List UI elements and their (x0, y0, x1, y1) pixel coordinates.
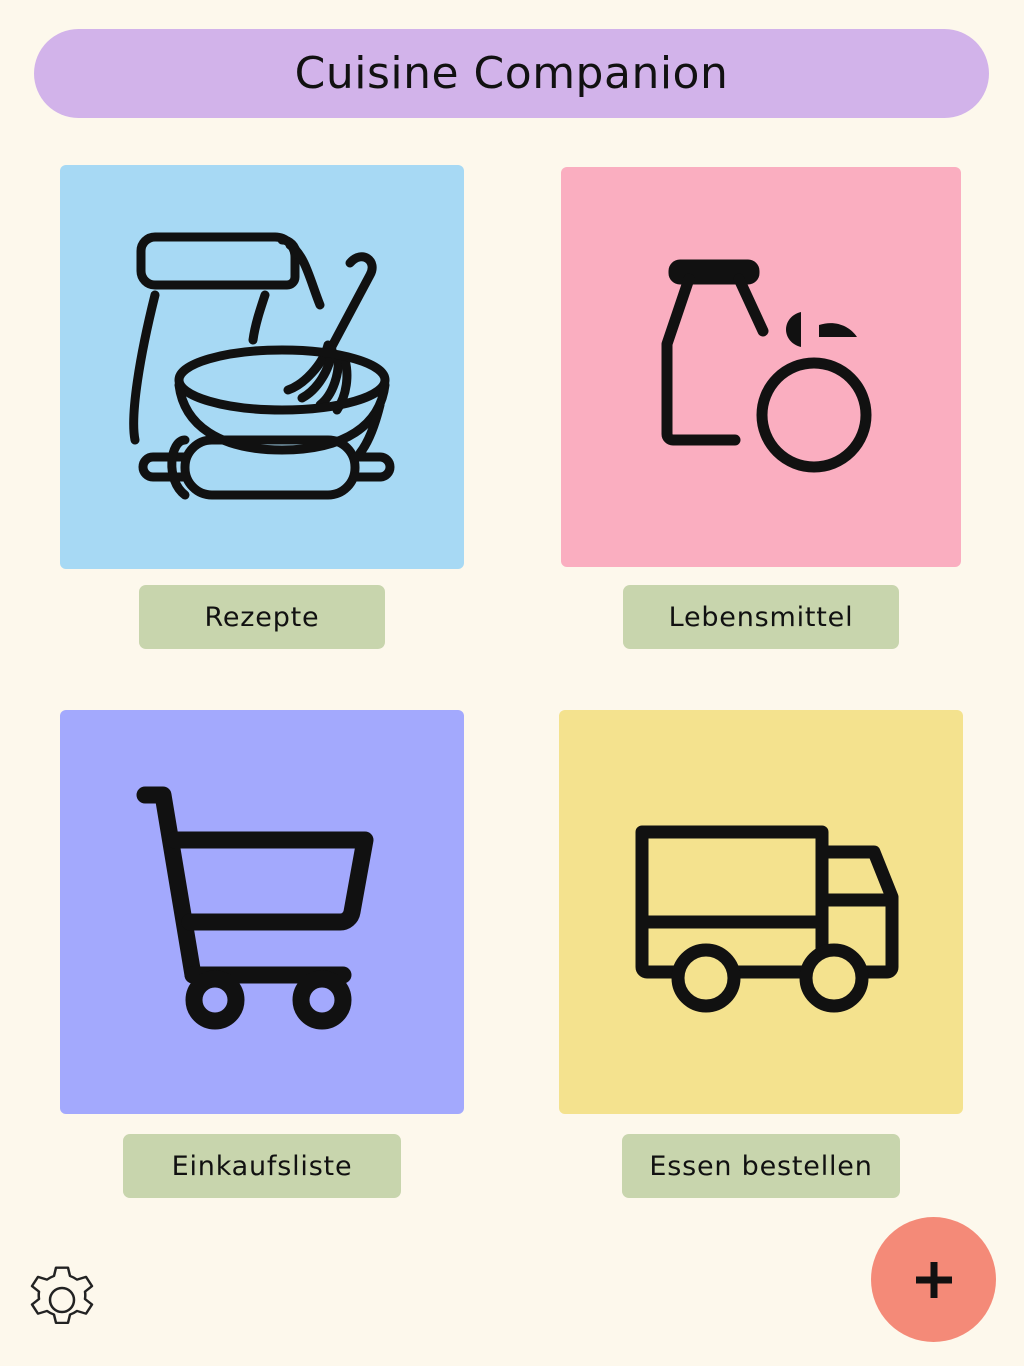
groceries-button[interactable]: Lebensmittel (623, 585, 899, 649)
app-title: Cuisine Companion (294, 48, 729, 99)
settings-button[interactable] (22, 1260, 102, 1340)
recipes-button[interactable]: Rezepte (139, 585, 385, 649)
shopping-list-button[interactable]: Einkaufsliste (123, 1134, 401, 1198)
baking-icon (129, 232, 395, 500)
groceries-tile[interactable] (561, 167, 961, 567)
recipes-tile[interactable] (60, 165, 464, 569)
add-button[interactable] (871, 1217, 996, 1342)
delivery-truck-icon (635, 825, 899, 1013)
groceries-icon (661, 259, 872, 473)
app-header: Cuisine Companion (34, 29, 989, 118)
shopping-list-tile[interactable] (60, 710, 464, 1114)
order-food-tile[interactable] (559, 710, 963, 1114)
plus-icon (915, 1261, 952, 1298)
shopping-cart-icon (136, 786, 374, 1030)
gear-icon (30, 1266, 94, 1325)
order-food-button[interactable]: Essen bestellen (622, 1134, 900, 1198)
